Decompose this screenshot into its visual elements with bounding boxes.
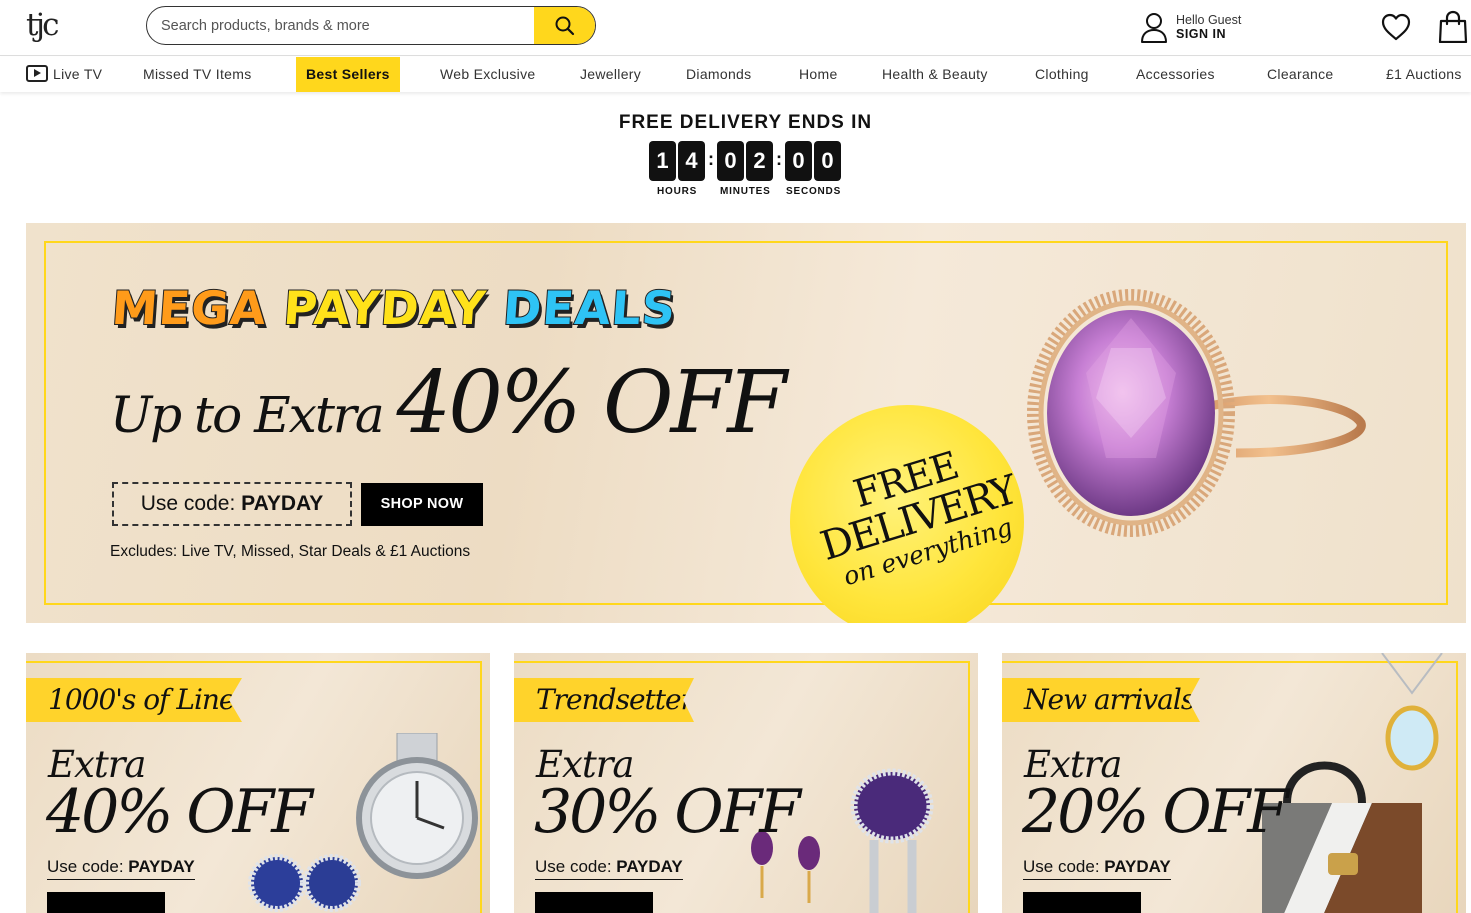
code-label: Use code: [47, 857, 129, 876]
card-discount: 30% OFF [534, 777, 801, 847]
card-ribbon: Trendsetter [514, 678, 694, 722]
code-value: PAYDAY [128, 857, 195, 876]
account-greeting: Hello Guest [1176, 13, 1242, 27]
card-promo-code: Use code: PAYDAY [47, 857, 195, 880]
hours-digit: 1 [649, 141, 676, 181]
account-signin[interactable]: Hello Guest SIGN IN [1140, 11, 1270, 43]
code-value: PAYDAY [1104, 857, 1171, 876]
play-tv-icon [26, 64, 48, 82]
hours-digit: 4 [678, 141, 705, 181]
seconds-label: SECONDS [786, 186, 842, 197]
timer-separator: : [708, 149, 714, 169]
code-value: PAYDAY [616, 857, 683, 876]
hero-headline: MEGA PAYDAY DEALS [109, 280, 679, 336]
minutes-digit: 2 [746, 141, 773, 181]
nav-item-clothing[interactable]: Clothing [1035, 57, 1089, 92]
nav-item-home[interactable]: Home [799, 57, 838, 92]
ribbon-label: New arrivals [1024, 683, 1195, 716]
promo-code-box: Use code: PAYDAY [112, 482, 352, 526]
nav-item-clearance[interactable]: Clearance [1267, 57, 1334, 92]
card-shop-button[interactable] [1023, 892, 1141, 913]
heart-icon[interactable] [1380, 11, 1412, 43]
code-value: PAYDAY [241, 492, 324, 515]
headline-word: PAYDAY [281, 280, 489, 336]
search-icon [555, 16, 574, 35]
nav-item-best-sellers[interactable]: Best Sellers [296, 57, 400, 92]
exclusions-note: Excludes: Live TV, Missed, Star Deals & … [110, 543, 471, 560]
minutes-digit: 0 [717, 141, 744, 181]
card-shop-button[interactable] [47, 892, 165, 913]
nav-item-jewellery[interactable]: Jewellery [580, 57, 641, 92]
headline-word: DEALS [500, 280, 678, 336]
seconds-digit: 0 [785, 141, 812, 181]
promo-card-new-arrivals[interactable]: New arrivals Extra 20% OFF Use code: PAY… [1002, 653, 1466, 913]
shop-now-button[interactable]: SHOP NOW [361, 483, 483, 526]
search-button[interactable] [534, 7, 595, 44]
code-label: Use code: [1023, 857, 1105, 876]
nav-item-auctions[interactable]: £1 Auctions [1386, 57, 1462, 92]
nav-item-web-exclusive[interactable]: Web Exclusive [440, 57, 535, 92]
code-label: Use code: [140, 492, 242, 515]
card-discount: 40% OFF [46, 777, 313, 847]
ribbon-label: 1000's of Lines [48, 683, 248, 716]
nav-item-health-beauty[interactable]: Health & Beauty [882, 57, 988, 92]
shopping-bag-icon[interactable] [1438, 10, 1468, 43]
nav-item-diamonds[interactable]: Diamonds [686, 57, 751, 92]
nav-item-accessories[interactable]: Accessories [1136, 57, 1215, 92]
amethyst-ring-image [1027, 289, 1366, 537]
promo-card-trendsetter[interactable]: Trendsetter Extra 30% OFF Use code: PAYD… [514, 653, 978, 913]
main-navigation: Live TV Missed TV Items Best Sellers Web… [0, 57, 1471, 92]
sign-in-link[interactable]: SIGN IN [1176, 27, 1226, 41]
ribbon-label: Trendsetter [536, 683, 694, 716]
minutes-label: MINUTES [720, 186, 771, 197]
site-logo[interactable]: tjc [26, 6, 66, 44]
promo-card-1000s-of-lines[interactable]: 1000's of Lines Extra 40% OFF Use code: … [26, 653, 490, 913]
card-shop-button[interactable] [535, 892, 653, 913]
search-bar [146, 6, 596, 45]
card-ribbon: 1000's of Lines [26, 678, 242, 722]
site-header: tjc Hello Guest SIGN IN [0, 0, 1471, 56]
code-label: Use code: [535, 857, 617, 876]
seconds-digit: 0 [814, 141, 841, 181]
search-input[interactable] [161, 7, 536, 44]
timer-separator: : [776, 149, 782, 169]
nav-item-missed-tv[interactable]: Missed TV Items [143, 57, 252, 92]
card-discount: 20% OFF [1022, 777, 1289, 847]
hours-label: HOURS [657, 186, 698, 197]
discount-value: 40% OFF [396, 353, 787, 453]
discount-prefix: Up to Extra [110, 386, 397, 444]
card-promo-code: Use code: PAYDAY [535, 857, 683, 880]
nav-label: Live TV [53, 66, 103, 82]
countdown-title: FREE DELIVERY ENDS IN [618, 112, 873, 133]
hero-discount: Up to Extra 40% OFF [110, 353, 787, 453]
headline-word: MEGA [109, 280, 269, 336]
countdown-timer: 1 4 : 0 2 : 0 0 [649, 141, 849, 181]
card-promo-code: Use code: PAYDAY [1023, 857, 1171, 880]
hero-banner[interactable]: MEGA PAYDAY DEALS Up to Extra 40% OFF Us… [26, 223, 1466, 623]
user-icon [1141, 13, 1167, 43]
card-ribbon: New arrivals [1002, 678, 1200, 722]
nav-item-live-tv[interactable]: Live TV [26, 57, 102, 92]
